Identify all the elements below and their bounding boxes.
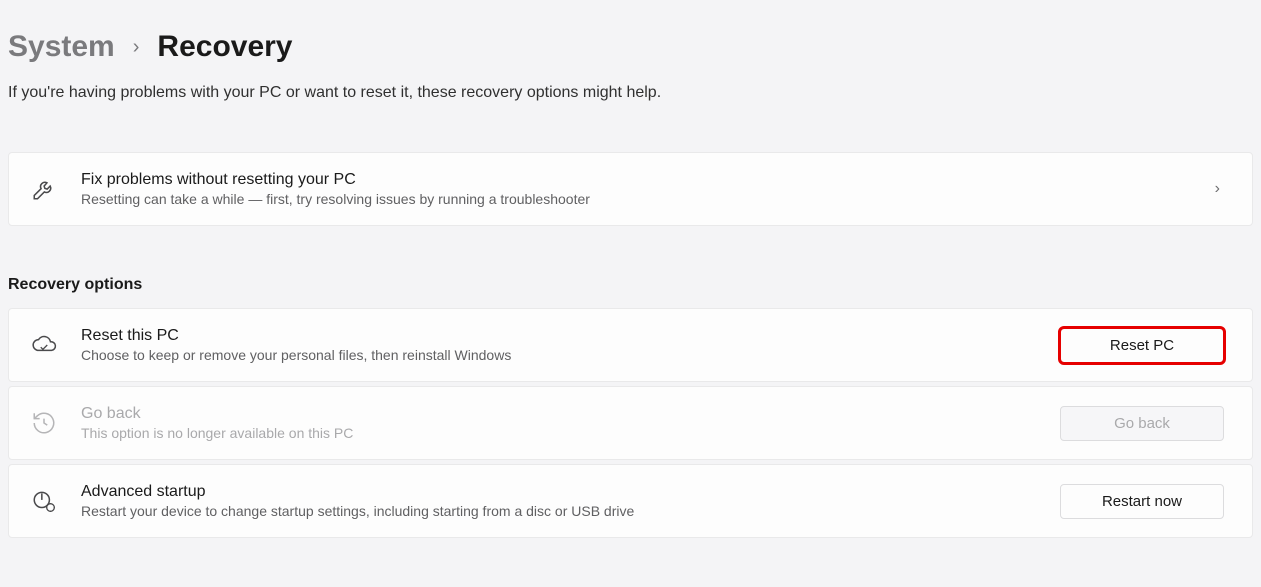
advanced-startup-title: Advanced startup (81, 483, 1060, 501)
cloud-reset-icon (31, 332, 57, 358)
fix-problems-body: Fix problems without resetting your PC R… (81, 171, 1205, 207)
breadcrumb-current: Recovery (157, 30, 292, 64)
advanced-startup-body: Advanced startup Restart your device to … (81, 483, 1060, 519)
fix-problems-description: Resetting can take a while — first, try … (81, 191, 1205, 207)
advanced-startup-card: Advanced startup Restart your device to … (8, 464, 1253, 538)
wrench-icon (31, 176, 57, 202)
go-back-body: Go back This option is no longer availab… (81, 405, 1060, 441)
reset-pc-title: Reset this PC (81, 327, 1060, 345)
reset-pc-description: Choose to keep or remove your personal f… (81, 347, 1060, 363)
reset-pc-body: Reset this PC Choose to keep or remove y… (81, 327, 1060, 363)
breadcrumb: System › Recovery (8, 30, 1253, 64)
go-back-title: Go back (81, 405, 1060, 423)
power-gear-icon (31, 488, 57, 514)
fix-problems-title: Fix problems without resetting your PC (81, 171, 1205, 189)
history-icon (31, 410, 57, 436)
go-back-description: This option is no longer available on th… (81, 425, 1060, 441)
reset-pc-button[interactable]: Reset PC (1060, 328, 1224, 363)
breadcrumb-parent[interactable]: System (8, 30, 115, 64)
restart-now-button[interactable]: Restart now (1060, 484, 1224, 519)
go-back-card: Go back This option is no longer availab… (8, 386, 1253, 460)
fix-problems-card[interactable]: Fix problems without resetting your PC R… (8, 152, 1253, 226)
recovery-options-heading: Recovery options (8, 276, 1253, 294)
chevron-right-icon: › (1205, 180, 1230, 198)
intro-text: If you're having problems with your PC o… (8, 84, 1253, 102)
reset-pc-card: Reset this PC Choose to keep or remove y… (8, 308, 1253, 382)
advanced-startup-description: Restart your device to change startup se… (81, 503, 1060, 519)
go-back-button: Go back (1060, 406, 1224, 441)
chevron-right-icon: › (133, 36, 140, 59)
